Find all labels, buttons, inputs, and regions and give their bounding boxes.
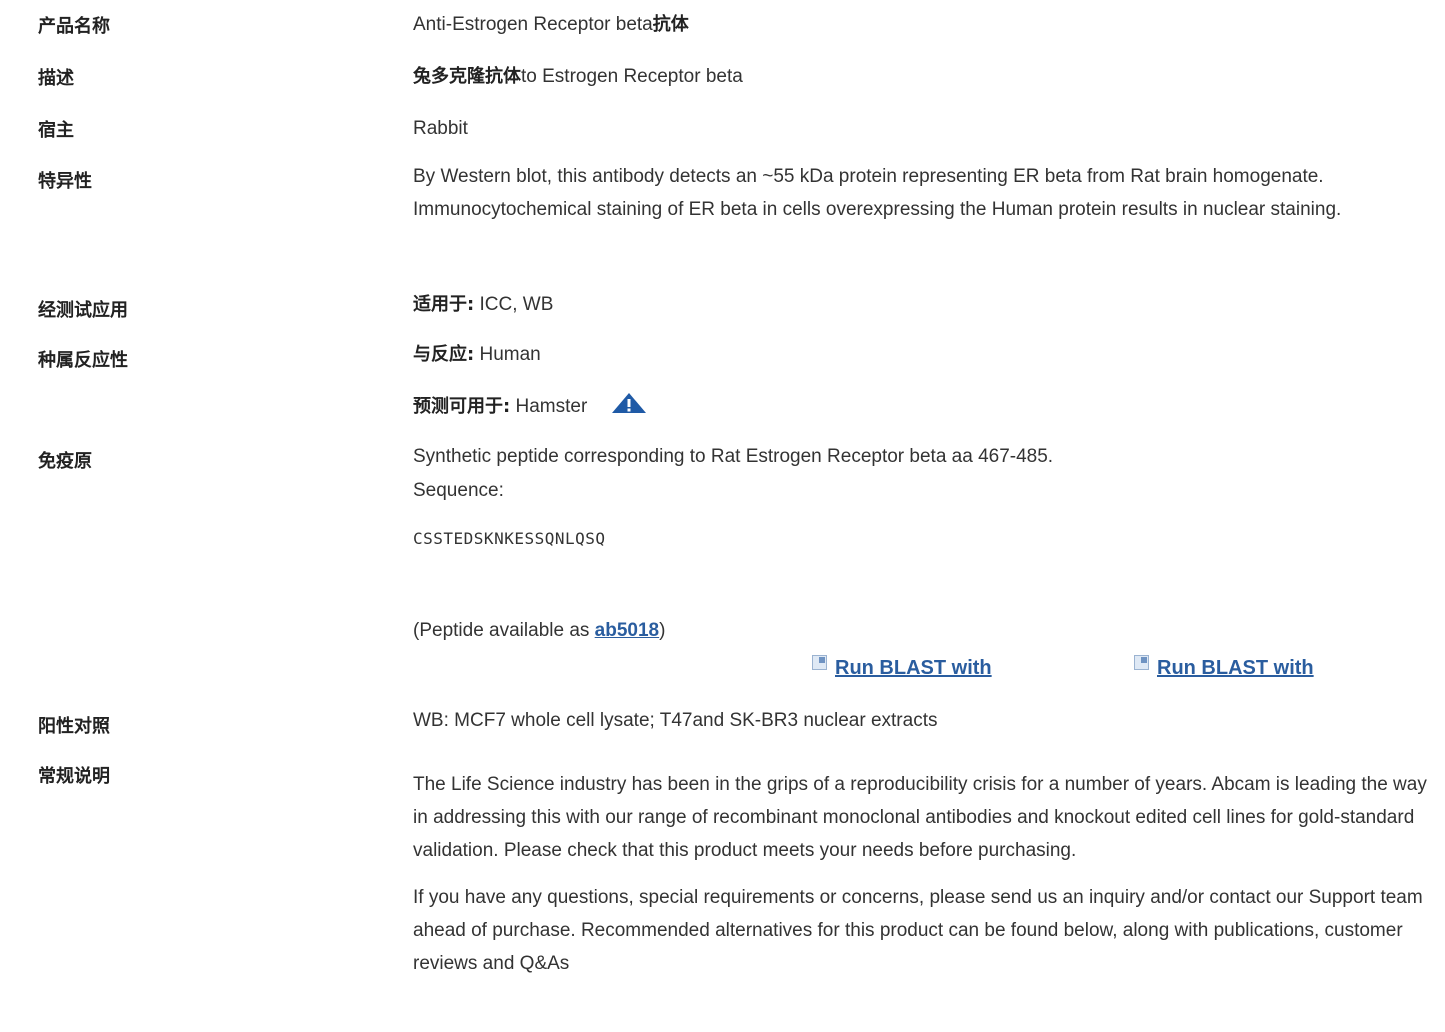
product-name-text: Anti-Estrogen Receptor beta [413,14,653,35]
predicted-prefix: 预测可用于: [413,396,511,417]
external-link-icon [812,655,827,670]
immunogen-line1: Synthetic peptide corresponding to Rat E… [413,446,1054,467]
reacts-prefix: 与反应: [413,344,475,365]
tested-applications-label: 经测试应用 [38,300,128,321]
immunogen-label: 免疫原 [38,451,92,472]
run-blast-label-2: Run BLAST with [1157,657,1314,679]
peptide-suffix: ) [659,620,666,641]
positive-control-value: WB: MCF7 whole cell lysate; T47and SK-BR… [413,710,938,731]
general-notes-value: The Life Science industry has been in th… [413,768,1443,994]
general-notes-paragraph-1: The Life Science industry has been in th… [413,774,1427,861]
immunogen-line2: Sequence: [413,480,504,501]
applications-prefix: 适用于: [413,294,475,315]
tested-applications-value: 适用于: ICC, WB [413,288,1443,321]
product-name-value: Anti-Estrogen Receptor beta抗体 [413,8,1443,41]
description-prefix: 兔多克隆抗体 [413,66,521,87]
description-text: to Estrogen Receptor beta [521,66,743,87]
positive-control-label: 阳性对照 [38,716,110,737]
description-value: 兔多克隆抗体to Estrogen Receptor beta [413,60,1443,93]
warning-triangle-icon[interactable] [611,392,647,425]
host-label: 宿主 [38,120,74,141]
run-blast-link-2[interactable]: Run BLAST with [1134,654,1314,682]
general-notes-label: 常规说明 [38,766,110,787]
immunogen-sequence: CSSTEDSKNKESSQNLQSQ [413,529,606,548]
product-name-suffix: 抗体 [652,14,689,35]
external-link-icon [1134,655,1149,670]
reacts-with-value: 与反应: Human [413,338,1443,371]
predicted-value: 预测可用于: Hamster [413,390,1443,425]
run-blast-label-1: Run BLAST with [835,657,992,679]
general-notes-paragraph-2: If you have any questions, special requi… [413,887,1423,974]
product-name-label: 产品名称 [38,16,110,37]
host-value: Rabbit [413,118,468,139]
applications-text: ICC, WB [474,294,554,315]
run-blast-link-1[interactable]: Run BLAST with [812,654,992,682]
species-reactivity-label: 种属反应性 [38,350,128,371]
product-datasheet: 产品名称 Anti-Estrogen Receptor beta抗体 描述 兔多… [0,0,1445,1032]
peptide-prefix: (Peptide available as [413,620,595,641]
specificity-label: 特异性 [38,171,92,192]
peptide-link[interactable]: ab5018 [595,620,659,641]
peptide-availability: (Peptide available as ab5018) [413,614,1443,647]
description-label: 描述 [38,68,74,89]
reacts-text: Human [474,344,541,365]
predicted-text: Hamster [510,396,588,417]
specificity-value: By Western blot, this antibody detects a… [413,166,1342,220]
